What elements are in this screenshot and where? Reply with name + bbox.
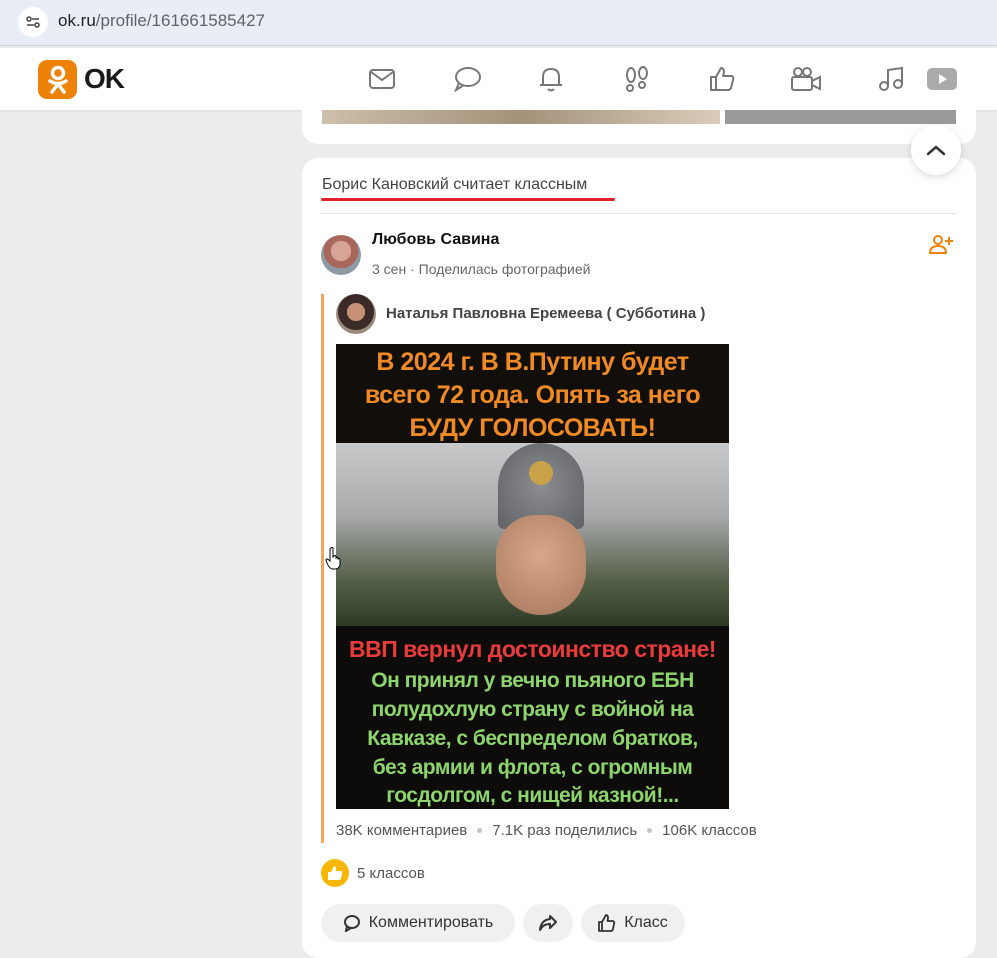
stats-separator	[477, 828, 483, 833]
post-action: Поделилась фотографией	[418, 261, 591, 277]
photo-portrait	[336, 443, 729, 626]
klass-button[interactable]: Класс	[581, 904, 685, 942]
bell-icon[interactable]	[534, 62, 568, 96]
activity-underline	[321, 198, 615, 201]
post-stats: 38K комментариев 7.1K раз поделились 106…	[336, 822, 757, 839]
previous-post-card	[302, 110, 976, 144]
repost-author-name[interactable]: Наталья Павловна Еремеева ( Субботина )	[386, 305, 705, 322]
add-friend-icon[interactable]	[928, 234, 953, 256]
ok-logo-icon[interactable]	[38, 60, 77, 99]
photo-caption-bottom: ВВП вернул достоинство стране! Он принял…	[336, 626, 729, 809]
stats-separator	[647, 828, 653, 833]
post-photo[interactable]: В 2024 г. В В.Путину будет всего 72 года…	[336, 344, 729, 809]
divider	[321, 213, 957, 214]
activity-label[interactable]: Борис Кановский считает классным	[322, 176, 587, 194]
share-button[interactable]	[523, 904, 573, 942]
repost-indicator	[321, 294, 324, 843]
mail-icon[interactable]	[365, 62, 399, 96]
browser-address-bar: ok.ru/profile/161661585427	[0, 0, 997, 46]
klass-badge-icon	[321, 859, 349, 887]
author-name[interactable]: Любовь Савина	[372, 231, 499, 249]
photo-text-line: ВВП вернул достоинство стране!	[349, 636, 716, 662]
photo-text-line: госдолгом, с нищей казной!...	[386, 784, 679, 807]
video-camera-icon[interactable]	[789, 62, 823, 96]
share-icon	[539, 915, 557, 931]
comment-icon	[343, 915, 360, 932]
meta-separator: ·	[410, 261, 419, 277]
url-path: /profile/161661585427	[95, 11, 265, 30]
post-meta: 3 сен · Поделилась фотографией	[372, 261, 590, 277]
chevron-up-icon	[926, 145, 946, 156]
logo-text[interactable]: OK	[84, 63, 125, 95]
photo-caption-top: В 2024 г. В В.Путину будет всего 72 года…	[336, 344, 729, 443]
feed-card: Борис Кановский считает классным Любовь …	[302, 158, 976, 958]
footprints-icon[interactable]	[620, 62, 654, 96]
hand-cursor-icon	[325, 546, 343, 570]
likes-count: 5 классов	[357, 864, 425, 882]
thumbs-up-icon[interactable]	[705, 62, 739, 96]
photo-text-line: полудохлую страну с войной на	[371, 698, 694, 721]
site-header: OK	[0, 48, 997, 110]
photo-text-line: Он принял у вечно пьяного ЕБН	[371, 669, 694, 692]
photo-text-line: В 2024 г. В В.Путину будет	[376, 348, 689, 376]
photo-text-line: Кавказе, с беспределом братков,	[367, 727, 698, 750]
comment-button-label: Комментировать	[368, 914, 494, 931]
photo-text-line: БУДУ ГОЛОСОВАТЬ!	[409, 414, 656, 442]
url-host: ok.ru	[58, 11, 96, 30]
site-settings-icon[interactable]	[18, 7, 48, 37]
previous-post-image-2[interactable]	[725, 110, 956, 124]
comments-count[interactable]: 38K комментариев	[336, 822, 467, 839]
url-text[interactable]: ok.ru/profile/161661585427	[58, 11, 265, 31]
repost-author-avatar[interactable]	[336, 294, 376, 334]
post-time[interactable]: 3 сен	[372, 261, 406, 277]
portrait-face	[496, 515, 586, 615]
author-avatar[interactable]	[321, 235, 361, 275]
thumbs-up-icon	[598, 914, 616, 932]
comment-button[interactable]: Комментировать	[321, 904, 515, 942]
previous-post-image[interactable]	[322, 110, 720, 124]
music-icon[interactable]	[874, 62, 908, 96]
klass-button-label: Класс	[624, 914, 668, 931]
classes-count[interactable]: 106K классов	[662, 822, 757, 839]
likes-summary[interactable]: 5 классов	[321, 859, 425, 887]
video-play-icon[interactable]	[925, 62, 959, 96]
photo-text-line: всего 72 года. Опять за него	[364, 381, 701, 409]
photo-text-line: без армии и флота, с огромным	[372, 756, 693, 779]
chat-icon[interactable]	[450, 62, 484, 96]
shares-count[interactable]: 7.1K раз поделились	[492, 822, 637, 839]
scroll-to-top-button[interactable]	[911, 125, 961, 175]
portrait-badge	[529, 461, 553, 485]
